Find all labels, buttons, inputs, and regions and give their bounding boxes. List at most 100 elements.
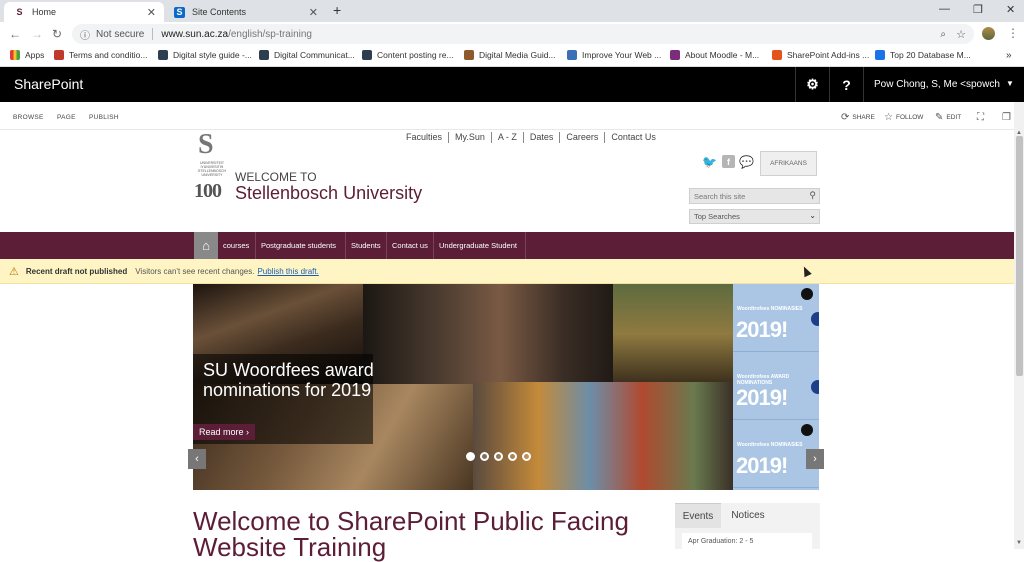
site-title[interactable]: Stellenbosch University bbox=[235, 183, 422, 204]
expand-icon: ⛶ bbox=[977, 112, 984, 123]
bookmark-apps[interactable]: Apps bbox=[10, 50, 44, 60]
top-link-a-z[interactable]: A - Z bbox=[490, 132, 523, 143]
zoom-icon[interactable]: ⌕ bbox=[940, 29, 946, 40]
nav-item-students[interactable]: Students bbox=[345, 232, 386, 259]
info-icon[interactable]: ⓘ bbox=[80, 27, 92, 42]
help-button[interactable]: ? bbox=[829, 67, 863, 102]
bookmark-label: Terms and conditio... bbox=[69, 50, 148, 60]
edit-button[interactable]: ✎ EDIT bbox=[935, 112, 961, 123]
forward-arrow-icon[interactable]: → bbox=[31, 27, 43, 41]
top-link-mysun[interactable]: My.Sun bbox=[448, 132, 491, 143]
warning-icon: ⚠ bbox=[9, 265, 19, 278]
ribbon-tab-publish[interactable]: PUBLISH bbox=[89, 114, 119, 121]
site-search-input[interactable]: Search this site ⚲ bbox=[689, 188, 820, 204]
carousel-photo-stage bbox=[613, 284, 733, 384]
new-tab-button[interactable]: + bbox=[333, 2, 341, 18]
event-item[interactable]: Apr Graduation: 2 - 5 bbox=[682, 533, 812, 549]
page-title: Welcome to SharePoint Public Facing Webs… bbox=[193, 508, 663, 560]
top-link-faculties[interactable]: Faculties bbox=[400, 132, 448, 143]
window-icon: ❐ bbox=[1002, 112, 1011, 123]
share-label: SHARE bbox=[852, 114, 875, 121]
top-searches-select[interactable]: Top Searches ⌄ bbox=[689, 209, 820, 224]
tab-site-contents[interactable]: S Site Contents ✕ bbox=[164, 2, 326, 22]
bookmark-star-icon[interactable]: ☆ bbox=[956, 28, 966, 41]
profile-avatar[interactable] bbox=[982, 27, 995, 40]
publish-draft-link[interactable]: Publish this draft. bbox=[257, 267, 318, 276]
logo-centenary: 100 bbox=[194, 180, 222, 202]
top-link-careers[interactable]: Careers bbox=[559, 132, 604, 143]
ribbon-tab-page[interactable]: PAGE bbox=[57, 114, 76, 121]
carousel-dot[interactable] bbox=[494, 452, 503, 461]
carousel-dot[interactable] bbox=[522, 452, 531, 461]
page-scrollbar[interactable]: ▲ ▼ bbox=[1014, 102, 1024, 549]
tab-title: Site Contents bbox=[192, 7, 247, 17]
bookmark-top-20-database[interactable]: Top 20 Database M... bbox=[875, 50, 971, 60]
top-link-contact-us[interactable]: Contact Us bbox=[604, 132, 662, 143]
browser-toolbar: ← → ↻ ⓘ Not secure www.sun.ac.za /englis… bbox=[0, 22, 1024, 46]
scroll-down-arrow-icon[interactable]: ▼ bbox=[1016, 540, 1022, 546]
university-logo[interactable]: S UNIVERSITEIT iYUNIVESITHI STELLENBOSCH… bbox=[194, 131, 230, 207]
bookmark-digital-media-guide[interactable]: Digital Media Guid... bbox=[464, 50, 556, 60]
close-tab-icon[interactable]: ✕ bbox=[309, 6, 318, 19]
follow-button[interactable]: ☆ FOLLOW bbox=[884, 112, 923, 123]
global-navigation: ⌂ courses Postgraduate students Students… bbox=[0, 232, 1014, 259]
home-button[interactable]: ⌂ bbox=[194, 232, 218, 259]
back-arrow-icon[interactable]: ← bbox=[9, 27, 21, 41]
nav-item-courses[interactable]: courses bbox=[218, 232, 254, 259]
sharepoint-favicon-icon: S bbox=[16, 7, 23, 17]
site-favicon-icon bbox=[567, 50, 577, 60]
poster-shape bbox=[811, 380, 819, 394]
focus-on-content-icon[interactable]: ⛶ bbox=[977, 112, 987, 123]
carousel-photo-group bbox=[473, 382, 733, 490]
bookmark-terms[interactable]: Terms and conditio... bbox=[54, 50, 147, 60]
bookmark-improve-web[interactable]: Improve Your Web ... bbox=[567, 50, 661, 60]
poster-logo-icon bbox=[801, 288, 813, 300]
bookmark-about-moodle[interactable]: About Moodle - M... bbox=[670, 50, 759, 60]
facebook-icon[interactable]: f bbox=[722, 155, 735, 168]
tab-home[interactable]: S Home ✕ bbox=[4, 2, 164, 22]
nav-divider bbox=[525, 232, 526, 259]
site-favicon-icon bbox=[670, 50, 680, 60]
bookmarks-overflow-icon[interactable]: » bbox=[1006, 50, 1012, 61]
share-button[interactable]: ⟳ SHARE bbox=[841, 112, 875, 123]
close-window-icon[interactable]: ✕ bbox=[1006, 3, 1015, 16]
chat-bubble-icon[interactable]: 💬 bbox=[739, 155, 754, 169]
top-link-dates[interactable]: Dates bbox=[522, 132, 560, 143]
poster-title: Woordtrofees NOMINASIES bbox=[737, 306, 803, 312]
twitter-icon[interactable]: 🐦 bbox=[702, 155, 717, 169]
maximize-icon[interactable]: ❐ bbox=[973, 3, 983, 16]
nav-item-contact-us[interactable]: Contact us bbox=[386, 232, 433, 259]
carousel-dot[interactable] bbox=[480, 452, 489, 461]
minimize-icon[interactable]: — bbox=[939, 3, 950, 15]
tab-notices[interactable]: Notices bbox=[723, 503, 773, 528]
close-tab-icon[interactable]: ✕ bbox=[147, 6, 156, 19]
bookmark-label: Top 20 Database M... bbox=[890, 50, 971, 60]
carousel-dot[interactable] bbox=[508, 452, 517, 461]
status-title: Recent draft not published bbox=[25, 266, 128, 276]
sharepoint-brand[interactable]: SharePoint bbox=[14, 76, 83, 92]
carousel-next-button[interactable]: › bbox=[806, 449, 824, 469]
browser-menu-icon[interactable]: ⋮ bbox=[1007, 26, 1019, 40]
bookmark-sharepoint-addins[interactable]: SharePoint Add-ins ... bbox=[772, 50, 869, 60]
bookmark-content-posting[interactable]: Content posting re... bbox=[362, 50, 454, 60]
popout-icon[interactable]: ❐ bbox=[1002, 112, 1014, 123]
bookmark-digital-style-guide[interactable]: Digital style guide -... bbox=[158, 50, 252, 60]
tab-events[interactable]: Events bbox=[675, 503, 721, 528]
settings-gear-button[interactable]: ⚙ bbox=[795, 67, 829, 102]
bookmarks-bar: Apps Terms and conditio... Digital style… bbox=[0, 46, 1024, 67]
address-bar[interactable]: ⓘ Not secure www.sun.ac.za /english/sp-t… bbox=[72, 24, 974, 44]
ribbon-tab-browse[interactable]: BROWSE bbox=[13, 114, 44, 121]
reload-icon[interactable]: ↻ bbox=[52, 27, 62, 41]
afrikaans-button[interactable]: AFRIKAANS bbox=[760, 151, 817, 176]
bookmark-label: Apps bbox=[25, 50, 45, 60]
bookmark-digital-communications[interactable]: Digital Communicat... bbox=[259, 50, 355, 60]
read-more-button[interactable]: Read more › bbox=[193, 424, 256, 440]
nav-item-postgraduate[interactable]: Postgraduate students bbox=[255, 232, 341, 259]
nav-item-undergraduate[interactable]: Undergraduate Student bbox=[433, 232, 522, 259]
scrollbar-thumb[interactable] bbox=[1016, 136, 1023, 376]
carousel-prev-button[interactable]: ‹ bbox=[188, 449, 206, 469]
carousel-dot[interactable] bbox=[466, 452, 475, 461]
search-icon[interactable]: ⚲ bbox=[809, 190, 816, 201]
draft-status-bar: ⚠ Recent draft not published Visitors ca… bbox=[0, 259, 1014, 284]
carousel-caption[interactable]: SU Woordfees award nominations for 2019 bbox=[203, 360, 393, 400]
